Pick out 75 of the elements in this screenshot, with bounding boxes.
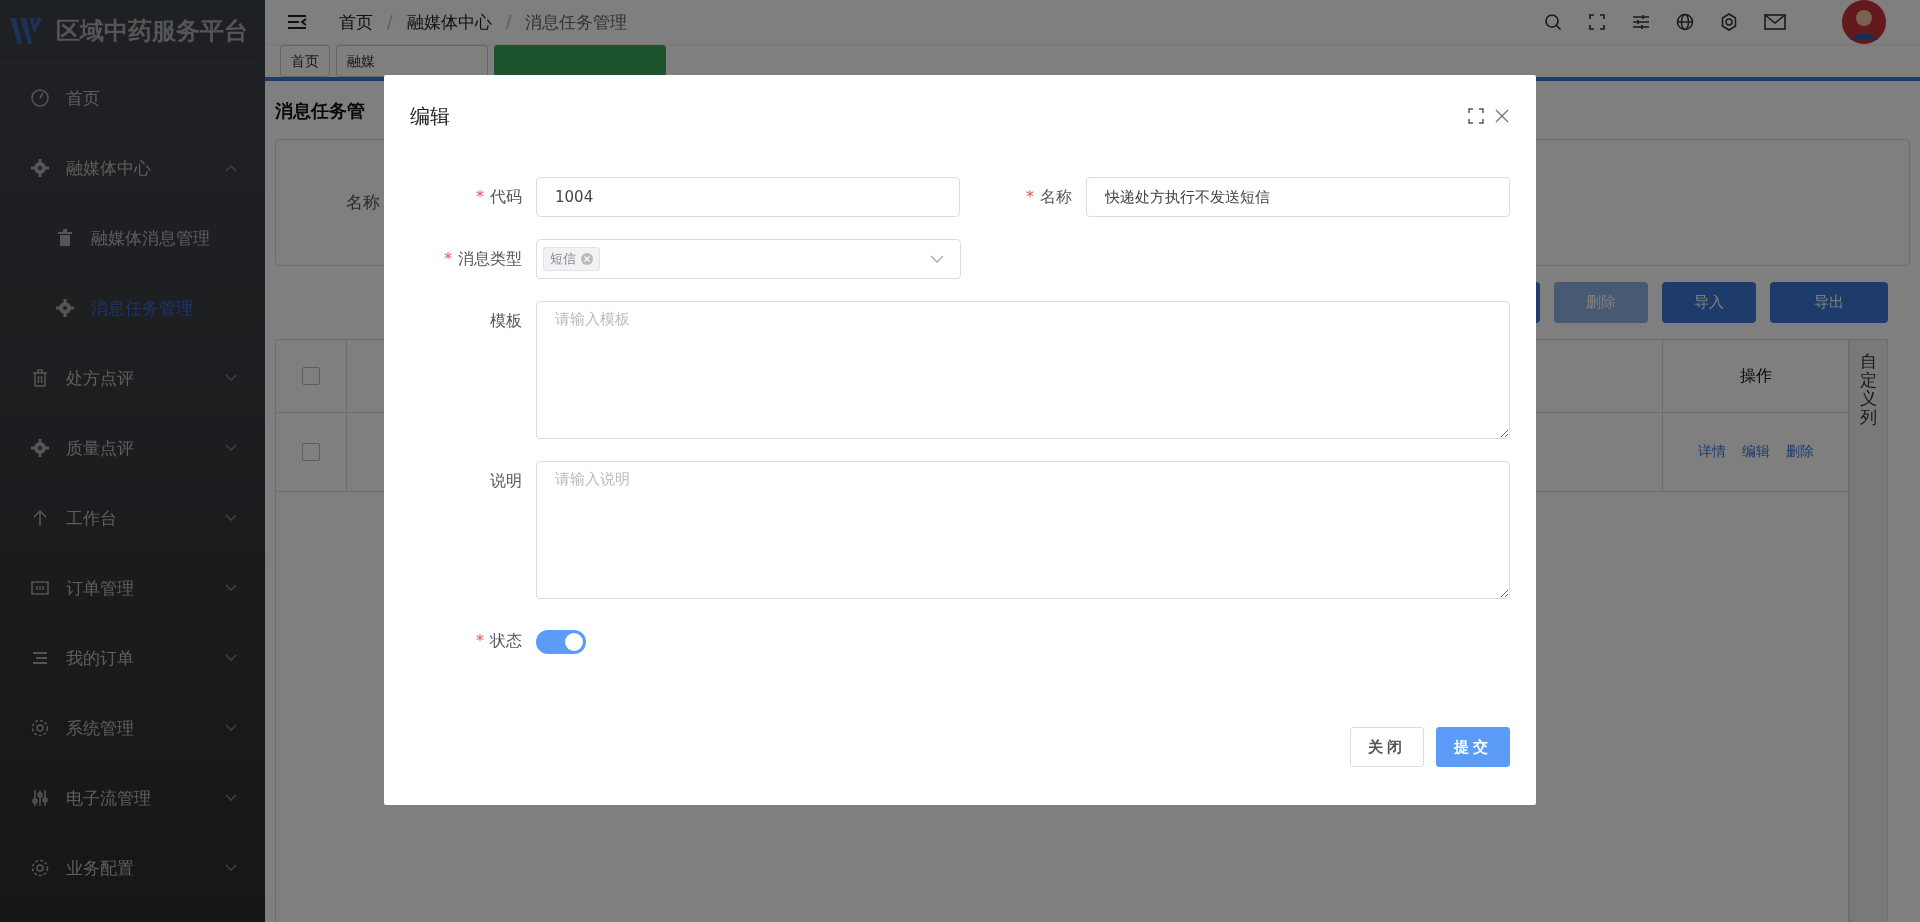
- text-field[interactable]: 快递处方执行不发送短信: [1086, 177, 1510, 217]
- breadcrumb-item[interactable]: 首页: [339, 10, 373, 34]
- chevron-icon: [225, 654, 237, 662]
- breadcrumb-separator: /: [505, 12, 512, 32]
- submit-button[interactable]: 提交: [1436, 727, 1510, 767]
- trash-icon: [30, 368, 50, 388]
- page-tab[interactable]: 首页: [280, 45, 330, 77]
- sidebar-item[interactable]: 工作台: [0, 483, 265, 553]
- breadcrumb-item: 消息任务管理: [525, 10, 628, 34]
- chevron-icon: [225, 864, 237, 872]
- toggle-switch[interactable]: [536, 630, 586, 654]
- search-icon[interactable]: [1544, 13, 1562, 31]
- row-action-link[interactable]: 编辑: [1741, 443, 1770, 461]
- row-action-link[interactable]: 详情: [1697, 443, 1726, 461]
- cog-icon: [30, 858, 50, 878]
- sliders-icon: [30, 788, 50, 808]
- gear-icon: [30, 438, 50, 458]
- chevron-icon: [225, 794, 237, 802]
- settings-icon[interactable]: [1720, 13, 1738, 31]
- sliders-icon[interactable]: [1632, 13, 1650, 31]
- field-label: * 名称: [1025, 186, 1073, 208]
- close-icon[interactable]: [1494, 108, 1510, 124]
- fullscreen-icon[interactable]: [1588, 13, 1606, 31]
- row-action-link[interactable]: 删除: [1785, 443, 1814, 461]
- breadcrumb-item[interactable]: 融媒体中心: [406, 10, 492, 34]
- sidebar-item[interactable]: 系统管理: [0, 693, 265, 763]
- gear-icon: [30, 158, 50, 178]
- breadcrumb-separator: /: [387, 12, 393, 32]
- close-button[interactable]: 关闭: [1350, 727, 1424, 767]
- field-label: 名称: [346, 191, 380, 214]
- trash-icon: [55, 228, 75, 248]
- checkbox[interactable]: [302, 443, 320, 461]
- sidebar-item[interactable]: 首页: [0, 63, 265, 133]
- field-label: * 消息类型: [443, 248, 523, 270]
- customize-columns-tab[interactable]: 自定义列: [1849, 339, 1888, 922]
- gear-icon: [55, 298, 75, 318]
- sidebar-item[interactable]: 电子流管理: [0, 763, 265, 833]
- toolbar-button[interactable]: 导出: [1770, 282, 1888, 323]
- field-label: 模板: [489, 310, 523, 332]
- sidebar-item[interactable]: 处方点评: [0, 343, 265, 413]
- chevron-icon: [225, 164, 237, 172]
- field-label: 说明: [489, 470, 523, 492]
- toolbar-button[interactable]: 导入: [1662, 282, 1756, 323]
- field-label: * 代码: [475, 186, 523, 208]
- select-field[interactable]: 短信: [536, 239, 961, 279]
- gauge-icon: [30, 88, 50, 108]
- sidebar-item[interactable]: 订单管理: [0, 553, 265, 623]
- page-tab[interactable]: [494, 45, 666, 77]
- field-label: * 状态: [475, 630, 523, 652]
- sidebar-item[interactable]: 质量点评: [0, 413, 265, 483]
- chevron-icon: [225, 724, 237, 732]
- globe-icon[interactable]: [1676, 13, 1694, 31]
- checkbox[interactable]: [302, 367, 320, 385]
- chevron-icon: [225, 374, 237, 382]
- text-area[interactable]: 请输入说明: [536, 461, 1510, 599]
- text-area[interactable]: 请输入模板: [536, 301, 1510, 439]
- column-header: 操作: [1739, 365, 1772, 387]
- sidebar-item[interactable]: 融媒体中心: [0, 133, 265, 203]
- dialog-title: 编辑: [410, 102, 451, 130]
- page-title: 消息任务管: [275, 99, 365, 123]
- sidebar-item[interactable]: 业务配置: [0, 833, 265, 903]
- sidebar-subitem[interactable]: 融媒体消息管理: [0, 203, 265, 273]
- sidebar-item[interactable]: 我的订单: [0, 623, 265, 693]
- cog-icon: [30, 718, 50, 738]
- caret-icon: [930, 255, 944, 263]
- chevron-icon: [225, 444, 237, 452]
- fullscreen-icon[interactable]: [1468, 108, 1484, 124]
- chevron-icon: [225, 584, 237, 592]
- mail-icon[interactable]: [1764, 13, 1786, 31]
- chevron-icon: [225, 514, 237, 522]
- avatar-icon[interactable]: [1842, 0, 1886, 44]
- board-icon: [30, 578, 50, 598]
- selected-tag: 短信: [543, 247, 600, 271]
- text-field[interactable]: 1004: [536, 177, 960, 217]
- menu-icon[interactable]: [287, 14, 307, 30]
